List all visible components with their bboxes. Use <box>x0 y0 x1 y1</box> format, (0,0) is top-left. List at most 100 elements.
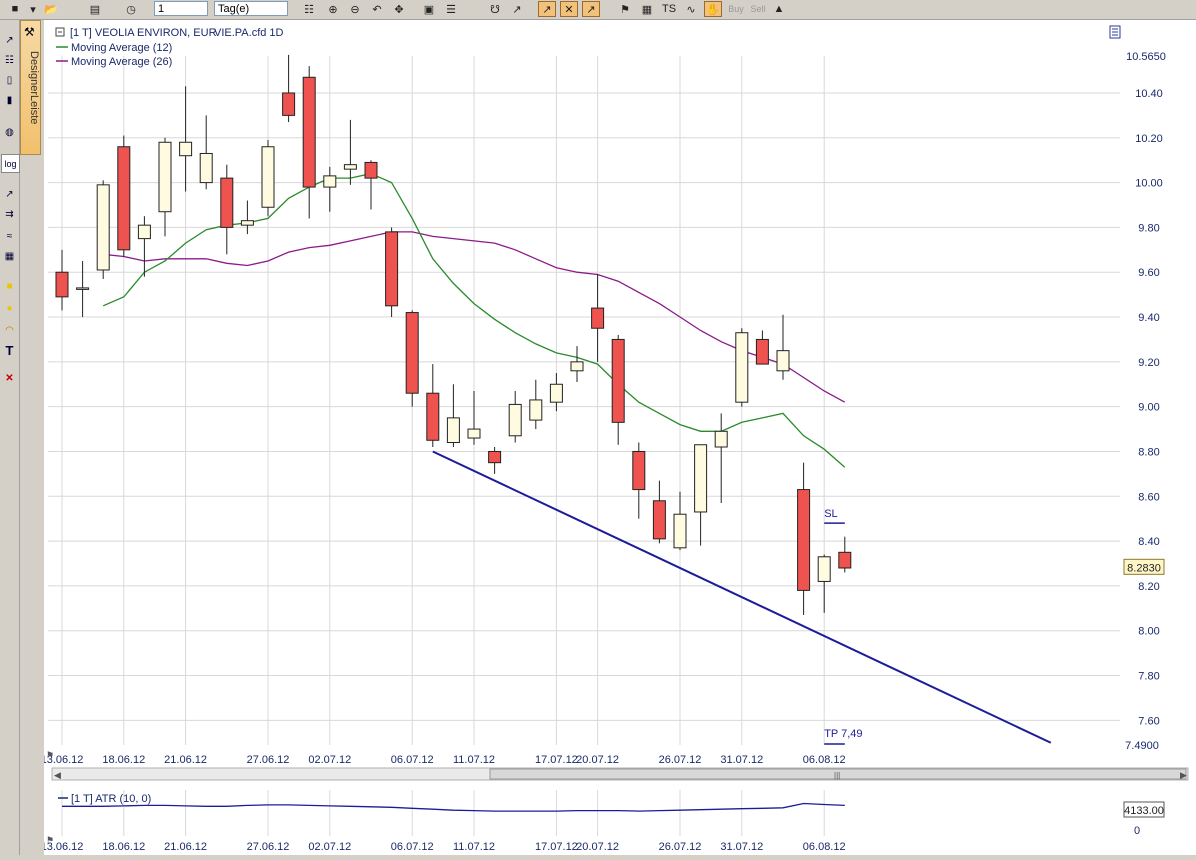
scroll-right-icon[interactable]: ▶ <box>1180 770 1187 780</box>
atr-pin-icon: ⚑ <box>46 835 54 845</box>
period-input[interactable]: 1 <box>154 1 208 16</box>
fibonacci-icon[interactable]: ≈ <box>1 228 18 245</box>
candle <box>405 310 419 407</box>
candles-draw-icon[interactable]: ▮ <box>1 92 18 109</box>
ts-icon[interactable]: TS <box>660 1 678 17</box>
line-draw-icon[interactable]: ↗ <box>1 32 18 49</box>
rectangle-icon[interactable]: ■ <box>1 278 18 295</box>
zoom-out-icon[interactable]: ⊖ <box>346 1 364 17</box>
atr-x-tick-label: 18.06.12 <box>102 841 145 853</box>
y-tick-label: 9.40 <box>1138 312 1159 324</box>
y-tick-label: 10.20 <box>1135 133 1163 145</box>
line-tool-icon[interactable]: ↗ <box>582 1 600 17</box>
y-tick-label: 8.20 <box>1138 581 1159 593</box>
trend-tool-icon[interactable]: ↗ <box>538 1 556 17</box>
channel-icon[interactable]: ⇉ <box>1 206 18 223</box>
y-min-label: 7.4900 <box>1125 740 1159 752</box>
x-tick-label: 31.07.12 <box>720 754 763 766</box>
grid-tool-icon[interactable]: ▦ <box>1 248 18 265</box>
candle <box>96 180 110 279</box>
delete-icon[interactable]: ✕ <box>1 370 18 387</box>
arc-icon[interactable]: ◠ <box>1 322 18 339</box>
log-scale-button[interactable]: log <box>1 154 20 173</box>
binoculars-icon[interactable]: ◍ <box>1 124 18 141</box>
x-tick-label: 17.07.12 <box>535 754 578 766</box>
candle-body <box>55 271 69 298</box>
x-tick-label: 21.06.12 <box>164 754 207 766</box>
cross-tool-icon[interactable]: ✕ <box>560 1 578 17</box>
trend-line-icon[interactable]: ↗ <box>1 186 18 203</box>
candle <box>137 216 151 277</box>
save-icon[interactable]: ■ <box>6 1 24 17</box>
tower-icon[interactable]: ▲ <box>770 1 788 17</box>
y-tick-label: 8.80 <box>1138 446 1159 458</box>
candle-body <box>426 392 440 441</box>
current-price-label: 8.2830 <box>1127 562 1161 574</box>
open-folder-icon[interactable]: 📂 <box>42 1 60 17</box>
candle <box>776 314 790 380</box>
candle <box>488 446 502 474</box>
stop-loss-label: SL <box>824 508 837 520</box>
scroll-left-icon[interactable]: ◀ <box>54 770 61 780</box>
chart-type-icon[interactable]: ▤ <box>86 1 104 17</box>
buy-button[interactable]: Buy <box>726 1 746 17</box>
timeframe-select[interactable]: Tag(e) <box>214 1 288 16</box>
candle-body <box>652 500 666 540</box>
hand-icon[interactable]: ✋ <box>704 1 722 17</box>
save-dropdown-icon[interactable]: ▾ <box>24 1 42 17</box>
candle <box>755 330 769 365</box>
zoom-in-icon[interactable]: ⊕ <box>324 1 342 17</box>
sell-button[interactable]: Sell <box>748 1 768 17</box>
atr-x-tick-label: 20.07.12 <box>576 841 619 853</box>
bars-icon[interactable]: ☷ <box>300 1 318 17</box>
atr-x-tick-label: 02.07.12 <box>308 841 351 853</box>
candle-body <box>632 450 646 491</box>
candle <box>838 536 852 573</box>
main-toolbar: ■ ▾ 📂 ▤ ◷ 1 Tag(e) ☷ ⊕ ⊖ ↶ ✥ ▣ ☰ ☋ ↗ ↗ ✕… <box>0 0 1196 20</box>
indicator-icon[interactable]: ☋ <box>486 1 504 17</box>
atr-legend: [1 T] ATR (10, 0) <box>71 793 151 805</box>
candle-body <box>591 307 605 329</box>
candle <box>797 462 811 616</box>
candle <box>117 135 131 257</box>
price-chart-panel[interactable]: SL TP 7,49 8.2830 13.06.12 18.06.12 21.06.12… <box>41 20 1196 788</box>
candle-body <box>817 556 831 582</box>
atr-x-tick-label: 31.07.12 <box>720 841 763 853</box>
bar-draw-icon[interactable]: ☷ <box>1 52 18 69</box>
y-tick-label: 9.80 <box>1138 222 1159 234</box>
candle-body <box>755 338 769 365</box>
move-icon[interactable]: ✥ <box>390 1 408 17</box>
candle <box>570 346 584 383</box>
list-icon[interactable]: ☰ <box>442 1 460 17</box>
window-icon[interactable]: ▣ <box>420 1 438 17</box>
export-icon[interactable]: ↗ <box>508 1 526 17</box>
candle <box>55 249 69 311</box>
atr-panel[interactable]: 13.06.12 18.06.12 21.06.12 27.06.12 02.07.12… <box>41 788 1196 855</box>
atr-value-label: 4133.00 <box>1124 805 1164 817</box>
candle <box>282 54 296 123</box>
candle-draw-icon[interactable]: ▯ <box>1 72 18 89</box>
y-tick-label: 10.40 <box>1135 88 1163 100</box>
candle-body <box>117 146 131 251</box>
candle-body <box>137 224 151 240</box>
ma12-legend: Moving Average (12) <box>71 42 172 54</box>
text-tool-icon[interactable]: T <box>1 342 18 359</box>
candle-body <box>96 184 110 271</box>
candle-body <box>323 175 337 188</box>
candle-body <box>570 361 584 372</box>
wave-icon[interactable]: ∿ <box>682 1 700 17</box>
price-chart[interactable]: SLTP 7,498.2830 13.06.12 18.06.12 21.06.12… <box>41 20 1196 788</box>
designer-bar[interactable]: ⚒ DesignerLeiste <box>20 20 41 155</box>
timer-icon[interactable]: ◷ <box>122 1 140 17</box>
candle-body <box>282 92 296 116</box>
undo-icon[interactable]: ↶ <box>368 1 386 17</box>
y-tick-label: 8.40 <box>1138 536 1159 548</box>
candle-body <box>838 551 852 569</box>
y-tick-label: 7.60 <box>1138 715 1159 727</box>
book-icon[interactable]: ▦ <box>638 1 656 17</box>
atr-chart[interactable]: 13.06.12 18.06.12 21.06.12 27.06.12 02.07.12… <box>41 788 1196 855</box>
candle <box>76 261 90 318</box>
ellipse-icon[interactable]: ● <box>1 300 18 317</box>
flag-icon[interactable]: ⚑ <box>616 1 634 17</box>
candle <box>385 227 399 318</box>
